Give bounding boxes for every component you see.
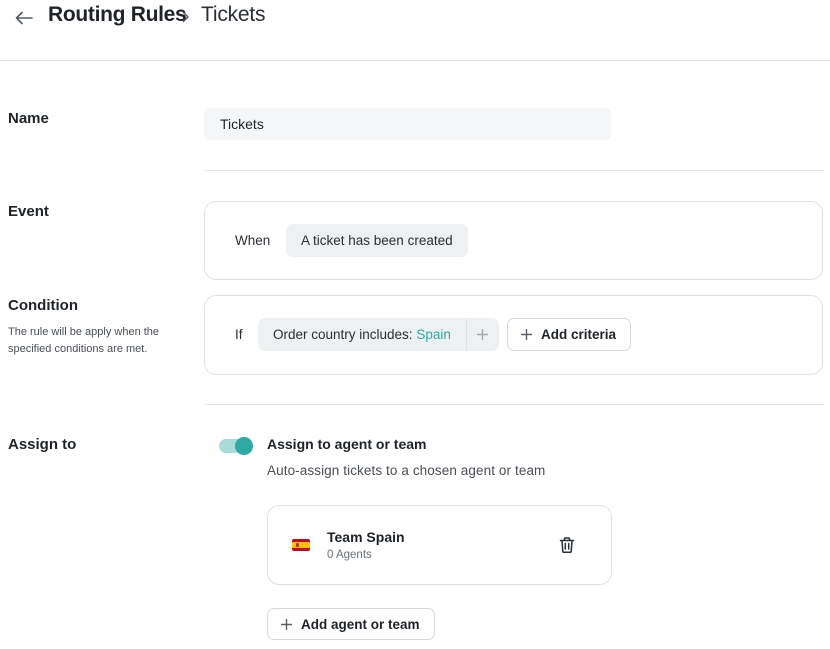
criteria-pill[interactable]: Order country includes: Spain xyxy=(258,318,499,351)
criteria-add-button[interactable] xyxy=(465,318,499,351)
name-input[interactable] xyxy=(204,108,611,140)
add-agent-or-team-button[interactable]: Add agent or team xyxy=(267,608,435,640)
breadcrumb-current: Tickets xyxy=(201,3,266,26)
assign-title: Assign to agent or team xyxy=(267,436,427,452)
breadcrumb-parent[interactable]: Routing Rules xyxy=(48,3,187,27)
criteria-value: Spain xyxy=(416,327,451,342)
event-card: When A ticket has been created xyxy=(204,201,823,280)
divider xyxy=(204,404,824,405)
team-agent-count: 0 Agents xyxy=(327,549,372,561)
assign-description: Auto-assign tickets to a chosen agent or… xyxy=(267,463,546,478)
toggle-knob xyxy=(235,437,253,455)
event-value: A ticket has been created xyxy=(301,233,453,248)
criteria-prefix: Order country includes: xyxy=(273,327,417,342)
team-card: Team Spain 0 Agents xyxy=(267,505,612,585)
team-name: Team Spain xyxy=(327,529,405,545)
trash-icon xyxy=(559,537,575,553)
add-criteria-button[interactable]: Add criteria xyxy=(507,318,632,351)
page-header: Routing Rules Tickets xyxy=(0,0,830,61)
add-criteria-label: Add criteria xyxy=(541,327,617,342)
chevron-right-icon xyxy=(180,9,192,25)
assign-label: Assign to xyxy=(8,436,77,453)
plus-icon xyxy=(520,329,532,341)
back-button[interactable] xyxy=(12,6,36,30)
assign-toggle[interactable] xyxy=(219,437,253,455)
plus-icon xyxy=(477,329,489,340)
condition-card: If Order country includes: Spain Add cri… xyxy=(204,295,823,375)
arrow-left-icon xyxy=(15,11,33,25)
add-agent-or-team-label: Add agent or team xyxy=(301,616,420,632)
spain-flag-icon xyxy=(292,539,310,551)
routing-rule-editor: Routing Rules Tickets Name Event When A … xyxy=(0,0,830,649)
condition-hint: The rule will be apply when the specifie… xyxy=(8,326,160,355)
if-label: If xyxy=(235,327,243,342)
name-label: Name xyxy=(8,110,49,127)
when-label: When xyxy=(235,233,271,248)
plus-icon xyxy=(280,618,292,630)
event-pill[interactable]: A ticket has been created xyxy=(286,224,468,257)
delete-team-button[interactable] xyxy=(557,535,577,555)
event-label: Event xyxy=(8,203,49,220)
condition-label: Condition xyxy=(8,297,78,314)
divider xyxy=(204,170,824,171)
criteria-text: Order country includes: Spain xyxy=(258,327,466,342)
